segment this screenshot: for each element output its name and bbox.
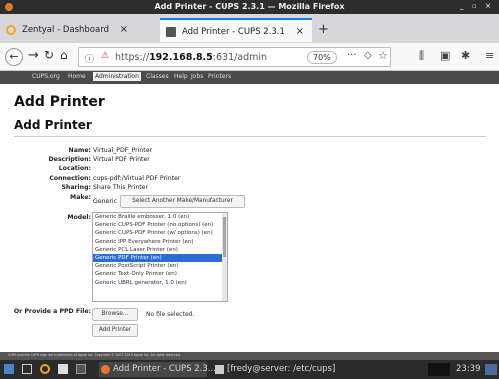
- terminal-icon: [215, 365, 224, 374]
- page-actions-button[interactable]: ···: [347, 50, 357, 61]
- footer-copyright: CUPS and the CUPS logo are trademarks of…: [8, 353, 181, 357]
- library-icon[interactable]: ⫼: [419, 49, 424, 63]
- model-option[interactable]: Generic Text-Only Printer (en): [93, 270, 227, 278]
- taskbar-firefox-window[interactable]: Add Printer - CUPS 2.3....: [99, 362, 219, 377]
- taskbar-terminal-window[interactable]: [fredy@server: /etc/cups]: [213, 362, 363, 377]
- new-tab-button[interactable]: +: [318, 22, 329, 37]
- cups-nav-bar: CUPS.org Home Administration Classes Hel…: [0, 71, 499, 84]
- model-option[interactable]: Generic PostScript Printer (en): [93, 262, 227, 270]
- system-tray[interactable]: [428, 363, 450, 376]
- name-label: Name:: [68, 147, 91, 154]
- url-bar[interactable]: ⓘ ⚠ https://192.168.8.5:631/admin 70% ··…: [78, 47, 391, 67]
- zoom-level-button[interactable]: 70%: [307, 51, 337, 64]
- taskbar-task-label: Add Printer - CUPS 2.3....: [113, 364, 219, 374]
- tab-label: Zentyal - Dashboard: [22, 25, 109, 35]
- ppd-file-label: Or Provide a PPD File:: [13, 308, 91, 315]
- model-listbox[interactable]: Generic Braille embosser, 1.0 (en) Gener…: [92, 212, 228, 302]
- taskbar-task-label: [fredy@server: /etc/cups]: [227, 364, 336, 374]
- tab-strip: Zentyal - Dashboard × Add Printer - CUPS…: [0, 14, 499, 43]
- location-label: Location:: [58, 165, 91, 172]
- model-option[interactable]: Generic Braille embosser, 1.0 (en): [93, 213, 227, 221]
- description-value: Virtual PDF Printer: [93, 156, 150, 163]
- window-titlebar: Add Printer - CUPS 2.3.1 — Mozilla Firef…: [0, 0, 499, 14]
- no-file-status: No file selected.: [146, 311, 195, 318]
- sidebar-icon[interactable]: ▣: [440, 49, 450, 62]
- nav-jobs[interactable]: Jobs: [189, 72, 205, 81]
- window-controls[interactable]: _ ▫ ×: [460, 2, 494, 10]
- model-option-selected[interactable]: Generic PDF Printer (en): [93, 253, 227, 263]
- page-footer: CUPS and the CUPS logo are trademarks of…: [0, 352, 499, 360]
- description-label: Description:: [48, 156, 92, 163]
- nav-administration[interactable]: Administration: [93, 72, 141, 81]
- extension-icon[interactable]: ✱: [461, 49, 470, 62]
- nav-help[interactable]: Help: [172, 72, 190, 81]
- sharing-label: Sharing:: [61, 184, 91, 191]
- add-printer-button[interactable]: Add Printer: [92, 324, 138, 337]
- terminal-launcher-icon[interactable]: [58, 364, 68, 374]
- window-title: Add Printer - CUPS 2.3.1 — Mozilla Firef…: [154, 2, 345, 11]
- make-label: Make:: [70, 194, 91, 201]
- model-option[interactable]: Generic PCL Laser Printer (en): [93, 246, 227, 254]
- connection-label: Connection:: [49, 175, 91, 182]
- firefox-icon: [101, 365, 110, 374]
- tab-add-printer[interactable]: Add Printer - CUPS 2.3.1 ×: [160, 18, 312, 42]
- connection-value: cups-pdf:/Virtual PDF Printer: [93, 175, 181, 182]
- pocket-icon[interactable]: ◇: [364, 50, 372, 61]
- zentyal-favicon-icon: [6, 25, 16, 35]
- nav-home[interactable]: Home: [66, 72, 88, 81]
- start-menu-icon[interactable]: [4, 364, 14, 374]
- cups-page: Add Printer Add Printer Name: Virtual_PD…: [0, 84, 499, 360]
- taskbar-clock[interactable]: 23:39: [456, 364, 481, 374]
- nav-printers[interactable]: Printers: [206, 72, 233, 81]
- model-label: Model:: [67, 214, 91, 221]
- site-info-icon[interactable]: ⓘ: [85, 52, 94, 65]
- sharing-value: Share This Printer: [93, 184, 149, 191]
- back-button[interactable]: ←: [5, 48, 23, 66]
- cups-favicon-icon: [166, 27, 176, 37]
- section-divider: [14, 136, 486, 137]
- nav-classes[interactable]: Classes: [144, 72, 171, 81]
- reload-button[interactable]: ↻: [44, 48, 54, 62]
- model-option[interactable]: Generic CUPS-PDF Printer (w/ options) (e…: [93, 229, 227, 237]
- show-desktop-icon[interactable]: [22, 364, 32, 374]
- tab-close-icon[interactable]: ×: [296, 26, 304, 37]
- tab-label: Add Printer - CUPS 2.3.1: [182, 27, 285, 37]
- bookmark-star-icon[interactable]: ☆: [378, 49, 388, 62]
- insecure-lock-icon[interactable]: ⚠: [101, 51, 109, 61]
- make-value: Generic: [93, 198, 117, 205]
- files-launcher-icon[interactable]: [76, 364, 86, 374]
- url-text[interactable]: https://192.168.8.5:631/admin: [115, 52, 267, 63]
- model-option[interactable]: Generic UBRL generator, 1.0 (en): [93, 279, 227, 287]
- model-option[interactable]: Generic IPP Everywhere Printer (en): [93, 238, 227, 246]
- browse-button[interactable]: Browse...: [92, 308, 138, 321]
- navigation-toolbar: ← → ↻ ⌂ ⓘ ⚠ https://192.168.8.5:631/admi…: [0, 43, 499, 71]
- home-button[interactable]: ⌂: [60, 48, 68, 62]
- menu-icon[interactable]: ≡: [485, 49, 494, 62]
- select-make-button[interactable]: Select Another Make/Manufacturer: [120, 195, 245, 208]
- page-title: Add Printer: [14, 94, 105, 110]
- model-option[interactable]: Generic CUPS-PDF Printer (no options) (e…: [93, 221, 227, 229]
- nav-cups-org[interactable]: CUPS.org: [30, 72, 62, 81]
- listbox-scrollbar[interactable]: [222, 213, 227, 301]
- section-title: Add Printer: [14, 118, 92, 132]
- tab-close-icon[interactable]: ×: [120, 24, 128, 35]
- name-value: Virtual_PDF_Printer: [93, 147, 153, 154]
- taskbar: Add Printer - CUPS 2.3.... [fredy@server…: [0, 360, 499, 379]
- scrollbar-thumb[interactable]: [223, 217, 226, 257]
- zentyal-launcher-icon[interactable]: [40, 364, 50, 374]
- tab-zentyal-dashboard[interactable]: Zentyal - Dashboard ×: [0, 18, 136, 42]
- notification-icon[interactable]: [485, 364, 497, 375]
- forward-button[interactable]: →: [28, 48, 39, 63]
